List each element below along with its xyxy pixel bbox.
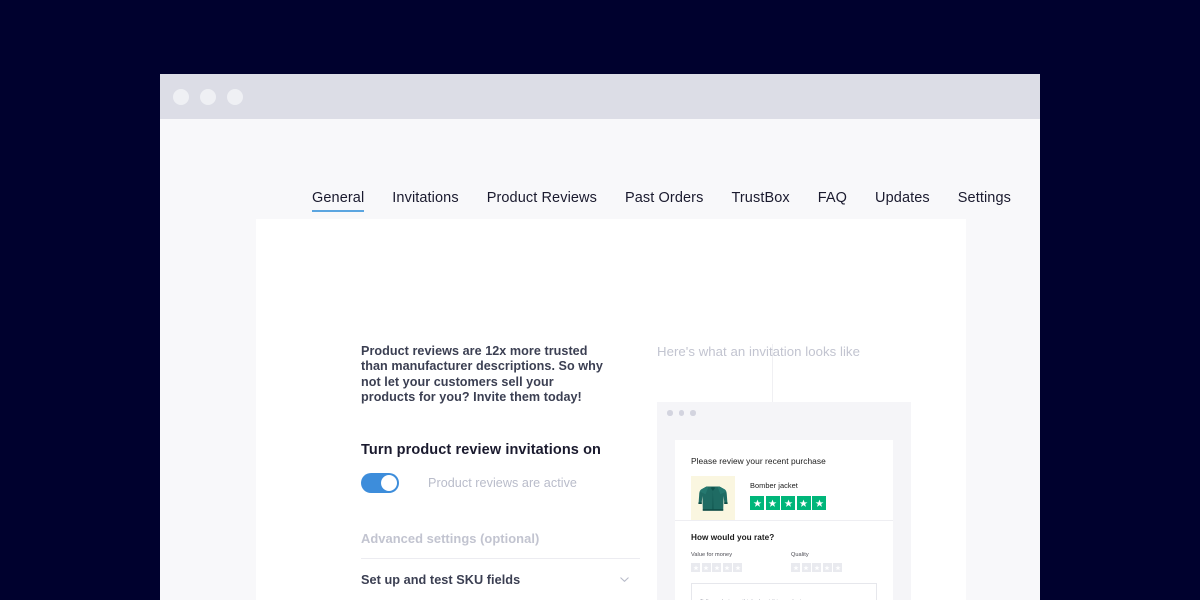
star-icon-empty[interactable] xyxy=(723,563,732,572)
email-preview-browser: Please review your recent purchase xyxy=(657,402,911,600)
star-icon-filled xyxy=(750,496,764,510)
window-dot-maximize[interactable] xyxy=(227,89,243,105)
advanced-settings-accordion: Set up and test SKU fields Set up GTIN f… xyxy=(361,558,640,600)
tab-label: General xyxy=(312,190,364,206)
review-text-input[interactable]: Tell us what you think about this produc… xyxy=(691,583,877,600)
star-icon-filled xyxy=(766,496,780,510)
rating-stars[interactable] xyxy=(691,563,791,572)
tab-label: TrustBox xyxy=(731,190,789,206)
tab-invitations[interactable]: Invitations xyxy=(392,190,458,219)
tab-label: Settings xyxy=(958,190,1011,206)
star-icon-filled xyxy=(781,496,795,510)
star-icon-empty[interactable] xyxy=(712,563,721,572)
star-icon-empty[interactable] xyxy=(691,563,700,572)
tab-label: Invitations xyxy=(392,190,458,206)
star-icon-empty[interactable] xyxy=(812,563,821,572)
tab-general[interactable]: General xyxy=(312,190,364,219)
preview-dot-close xyxy=(667,410,673,416)
preview-column: Here's what an invitation looks like Ple… xyxy=(612,219,966,600)
star-icon-filled xyxy=(812,496,826,510)
preview-dot-maximize xyxy=(690,410,696,416)
tab-faq[interactable]: FAQ xyxy=(818,190,847,219)
window-dot-minimize[interactable] xyxy=(200,89,216,105)
trustpilot-star-rating xyxy=(750,496,826,510)
email-header-section: Please review your recent purchase xyxy=(675,440,893,521)
star-icon-empty[interactable] xyxy=(791,563,800,572)
rating-groups: Value for money xyxy=(691,552,893,572)
tab-updates[interactable]: Updates xyxy=(875,190,930,219)
toggle-row: Product reviews are active xyxy=(361,473,612,493)
browser-window: General Invitations Product Reviews Past… xyxy=(160,74,1040,600)
star-icon-empty[interactable] xyxy=(802,563,811,572)
tab-trustbox[interactable]: TrustBox xyxy=(731,190,789,219)
content-card: Product reviews are 12x more trusted tha… xyxy=(256,219,966,600)
tab-settings[interactable]: Settings xyxy=(958,190,1011,219)
email-heading: Please review your recent purchase xyxy=(691,456,893,466)
product-review-invitations-toggle[interactable] xyxy=(361,473,399,493)
preview-dot-minimize xyxy=(679,410,685,416)
tab-product-reviews[interactable]: Product Reviews xyxy=(487,190,597,219)
product-info: Bomber jacket xyxy=(750,476,826,510)
star-icon-empty[interactable] xyxy=(833,563,842,572)
toggle-heading: Turn product review invitations on xyxy=(361,442,612,458)
accordion-item-sku[interactable]: Set up and test SKU fields xyxy=(361,558,640,600)
tab-bar: General Invitations Product Reviews Past… xyxy=(160,119,1040,219)
rating-stars[interactable] xyxy=(791,563,891,572)
tab-label: Updates xyxy=(875,190,930,206)
preview-title: Here's what an invitation looks like xyxy=(657,344,966,359)
window-dot-close[interactable] xyxy=(173,89,189,105)
preview-title-bar xyxy=(657,402,911,424)
product-name: Bomber jacket xyxy=(750,481,826,490)
star-icon-empty[interactable] xyxy=(702,563,711,572)
rating-label: Quality xyxy=(791,552,891,558)
tab-past-orders[interactable]: Past Orders xyxy=(625,190,703,219)
bomber-jacket-thumbnail-icon xyxy=(691,476,735,520)
toggle-status-label: Product reviews are active xyxy=(428,476,577,490)
rating-label: Value for money xyxy=(691,552,791,558)
toggle-knob xyxy=(381,475,397,491)
rating-group-quality: Quality xyxy=(791,552,891,572)
intro-paragraph: Product reviews are 12x more trusted tha… xyxy=(361,344,609,405)
invitation-email-card: Please review your recent purchase xyxy=(675,440,893,600)
tab-label: Past Orders xyxy=(625,190,703,206)
star-icon-filled xyxy=(797,496,811,510)
star-icon-empty[interactable] xyxy=(733,563,742,572)
settings-column: Product reviews are 12x more trusted tha… xyxy=(256,219,612,600)
advanced-settings-heading: Advanced settings (optional) xyxy=(361,531,612,546)
tab-label: Product Reviews xyxy=(487,190,597,206)
star-icon-empty[interactable] xyxy=(823,563,832,572)
product-row: Bomber jacket xyxy=(691,476,893,520)
rate-heading: How would you rate? xyxy=(691,533,893,542)
accordion-label: Set up and test SKU fields xyxy=(361,573,520,587)
window-title-bar xyxy=(160,74,1040,119)
rating-group-value-for-money: Value for money xyxy=(691,552,791,572)
two-column-layout: Product reviews are 12x more trusted tha… xyxy=(256,219,966,600)
email-rating-section: How would you rate? Value for money xyxy=(675,521,893,600)
tab-label: FAQ xyxy=(818,190,847,206)
